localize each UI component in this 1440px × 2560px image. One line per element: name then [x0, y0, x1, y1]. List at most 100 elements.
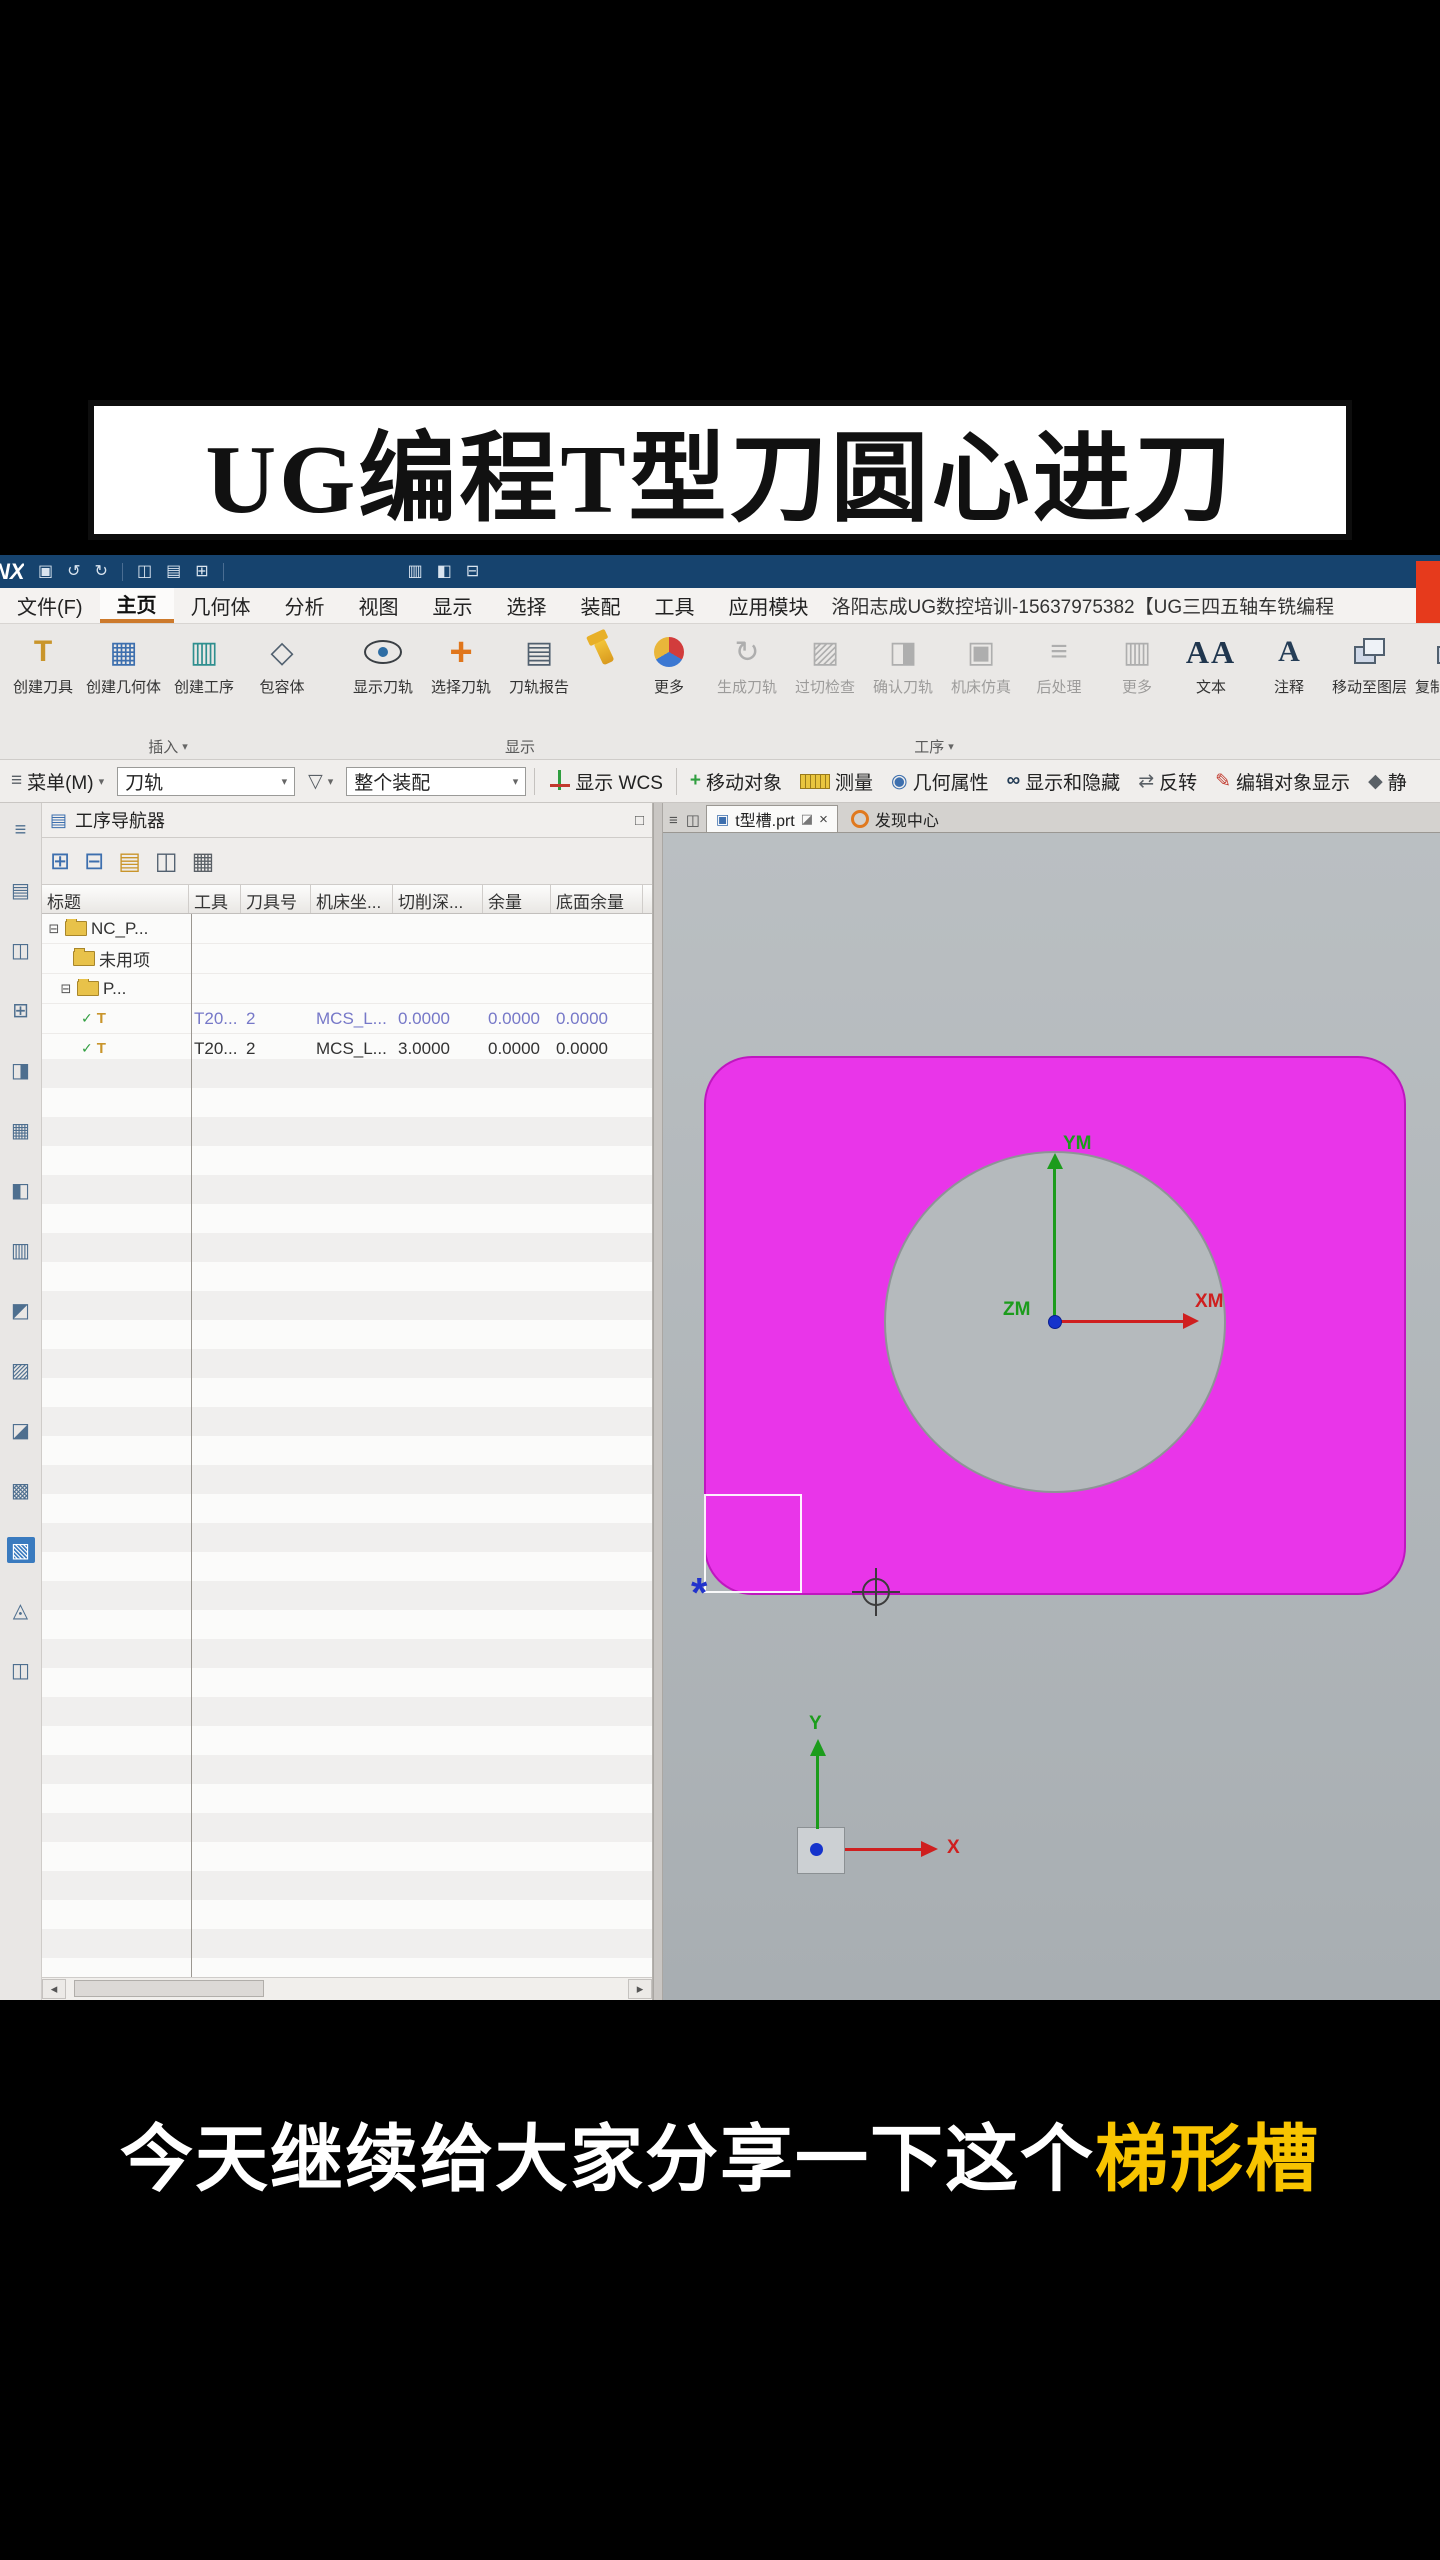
horizontal-scrollbar[interactable] — [42, 1977, 652, 2000]
machine-simulation-button[interactable]: 机床仿真 — [942, 626, 1020, 734]
window-icon[interactable] — [137, 564, 152, 580]
column-title[interactable]: 标题 — [42, 885, 189, 913]
show-wcs-button[interactable]: 显示 WCS — [543, 765, 668, 798]
postprocess-button[interactable]: 后处理 — [1020, 626, 1098, 734]
column-cut-depth[interactable]: 切削深... — [393, 885, 483, 913]
geometry-properties-button[interactable]: 几何属性 — [886, 765, 994, 798]
undo-icon[interactable] — [67, 564, 80, 580]
operation-more-button[interactable]: 更多 — [1098, 626, 1176, 734]
column-mcs[interactable]: 机床坐... — [311, 885, 393, 913]
paste-icon[interactable] — [195, 564, 208, 580]
operation-navigator-icon[interactable] — [6, 1537, 35, 1563]
filter-icon[interactable] — [192, 847, 215, 876]
wcs-y-axis[interactable] — [1053, 1167, 1056, 1322]
group-label-operation[interactable]: 工序 — [704, 734, 1164, 759]
create-operation-button[interactable]: 创建工序 — [165, 626, 243, 734]
select-toolpath-button[interactable]: 选择刀轨 — [422, 626, 500, 734]
find-icon[interactable] — [155, 847, 178, 876]
gouge-check-button[interactable]: 过切检查 — [786, 626, 864, 734]
sidebar-icon-12[interactable] — [7, 1477, 35, 1503]
sidebar-icon-15[interactable] — [7, 1657, 35, 1683]
model-canvas[interactable]: YM XM ZM * Y X — [663, 833, 1440, 2000]
flashlight-button[interactable] — [578, 626, 630, 734]
invert-button[interactable]: 反转 — [1133, 765, 1202, 798]
part-tab-active[interactable]: t型槽.prt — [705, 805, 838, 832]
copy-to-layer-button[interactable]: 复制至图层 — [1411, 626, 1440, 734]
toolpath-report-button[interactable]: 刀轨报告 — [500, 626, 578, 734]
filter-button[interactable] — [303, 767, 338, 796]
group-label-insert[interactable]: 插入 — [0, 734, 336, 759]
tab-application[interactable]: 应用模块 — [712, 588, 826, 623]
assembly-navigator-icon[interactable] — [7, 817, 35, 843]
close-icon[interactable] — [819, 811, 828, 828]
help-icon[interactable] — [466, 564, 479, 580]
table-row[interactable]: P... — [42, 974, 652, 1004]
menu-file[interactable]: 文件(F) — [0, 588, 100, 623]
tab-display[interactable]: 显示 — [416, 588, 490, 623]
tab-selection[interactable]: 选择 — [490, 588, 564, 623]
touch-mode-icon[interactable] — [408, 564, 423, 580]
assembly-scope-select[interactable]: 整个装配 — [346, 766, 527, 796]
text-button[interactable]: 文本 — [1172, 626, 1250, 734]
collapse-icon[interactable] — [47, 921, 61, 937]
undock-icon[interactable] — [635, 812, 644, 829]
sidebar-icon-10[interactable] — [7, 1357, 35, 1383]
show-hide-button[interactable]: 显示和隐藏 — [1002, 765, 1126, 798]
create-geometry-button[interactable]: 创建几何体 — [82, 626, 165, 734]
tab-analysis[interactable]: 分析 — [268, 588, 342, 623]
menu-button[interactable]: 菜单(M) — [6, 765, 109, 798]
sidebar-icon-9[interactable] — [7, 1297, 35, 1323]
selection-scope-select[interactable]: 刀轨 — [117, 766, 296, 796]
show-toolpath-button[interactable]: 显示刀轨 — [344, 626, 422, 734]
sidebar-icon-11[interactable] — [7, 1417, 35, 1443]
display-more-button[interactable]: 更多 — [630, 626, 708, 734]
move-object-button[interactable]: 移动对象 — [685, 765, 787, 798]
collapse-icon[interactable] — [59, 981, 73, 997]
edit-object-display-button[interactable]: 编辑对象显示 — [1210, 765, 1355, 798]
annotation-button[interactable]: 注释 — [1250, 626, 1328, 734]
move-to-layer-button[interactable]: 移动至图层 — [1328, 626, 1411, 734]
table-row[interactable]: NC_P... — [42, 914, 652, 944]
measure-button[interactable]: 测量 — [795, 765, 878, 798]
verify-toolpath-button[interactable]: 确认刀轨 — [864, 626, 942, 734]
table-row-operation[interactable]: T20... 2 MCS_L... 0.0000 0.0000 0.0000 — [42, 1004, 652, 1034]
constraint-navigator-icon[interactable] — [7, 877, 35, 903]
scroll-right-button[interactable] — [628, 1979, 652, 1999]
sidebar-icon-7[interactable] — [7, 1177, 35, 1203]
export-icon[interactable] — [50, 847, 70, 876]
create-tool-button[interactable]: 创建刀具 — [4, 626, 82, 734]
sidebar-icon-8[interactable] — [7, 1237, 35, 1263]
static-wireframe-button[interactable]: 静 — [1363, 765, 1412, 798]
save-icon[interactable] — [38, 564, 53, 580]
panel-splitter[interactable] — [653, 803, 663, 2000]
scroll-left-button[interactable] — [42, 1979, 66, 1999]
discovery-center-tab[interactable]: 发现中心 — [842, 806, 948, 832]
tab-view[interactable]: 视图 — [342, 588, 416, 623]
redo-icon[interactable] — [95, 564, 108, 580]
reuse-library-icon[interactable] — [7, 997, 35, 1023]
tab-list-icon[interactable] — [669, 812, 678, 829]
wcs-x-axis[interactable] — [1055, 1320, 1183, 1323]
tab-home[interactable]: 主页 — [99, 588, 174, 623]
group-label-display[interactable]: 显示 — [340, 734, 700, 759]
wcs-origin[interactable] — [1048, 1315, 1062, 1329]
copy-icon[interactable] — [166, 564, 181, 580]
tab-assembly[interactable]: 装配 — [564, 588, 638, 623]
scrollbar-thumb[interactable] — [74, 1980, 264, 1997]
column-tool[interactable]: 工具 — [189, 885, 241, 913]
window-layout-icon[interactable] — [437, 564, 452, 580]
column-stock[interactable]: 余量 — [483, 885, 551, 913]
bounding-body-button[interactable]: 包容体 — [243, 626, 321, 734]
part-navigator-icon[interactable] — [7, 937, 35, 963]
column-tool-number[interactable]: 刀具号 — [241, 885, 311, 913]
history-icon[interactable] — [7, 1117, 35, 1143]
tab-layout-icon[interactable] — [686, 811, 700, 829]
scrollbar-track[interactable] — [66, 1979, 628, 1999]
column-floor-stock[interactable]: 底面余量 — [551, 885, 643, 913]
sidebar-icon-14[interactable] — [7, 1597, 35, 1623]
table-row[interactable]: 未用项 — [42, 944, 652, 974]
tab-tools[interactable]: 工具 — [638, 588, 712, 623]
tab-geometry[interactable]: 几何体 — [174, 588, 268, 623]
import-icon[interactable] — [84, 847, 104, 876]
generate-toolpath-button[interactable]: 生成刀轨 — [708, 626, 786, 734]
